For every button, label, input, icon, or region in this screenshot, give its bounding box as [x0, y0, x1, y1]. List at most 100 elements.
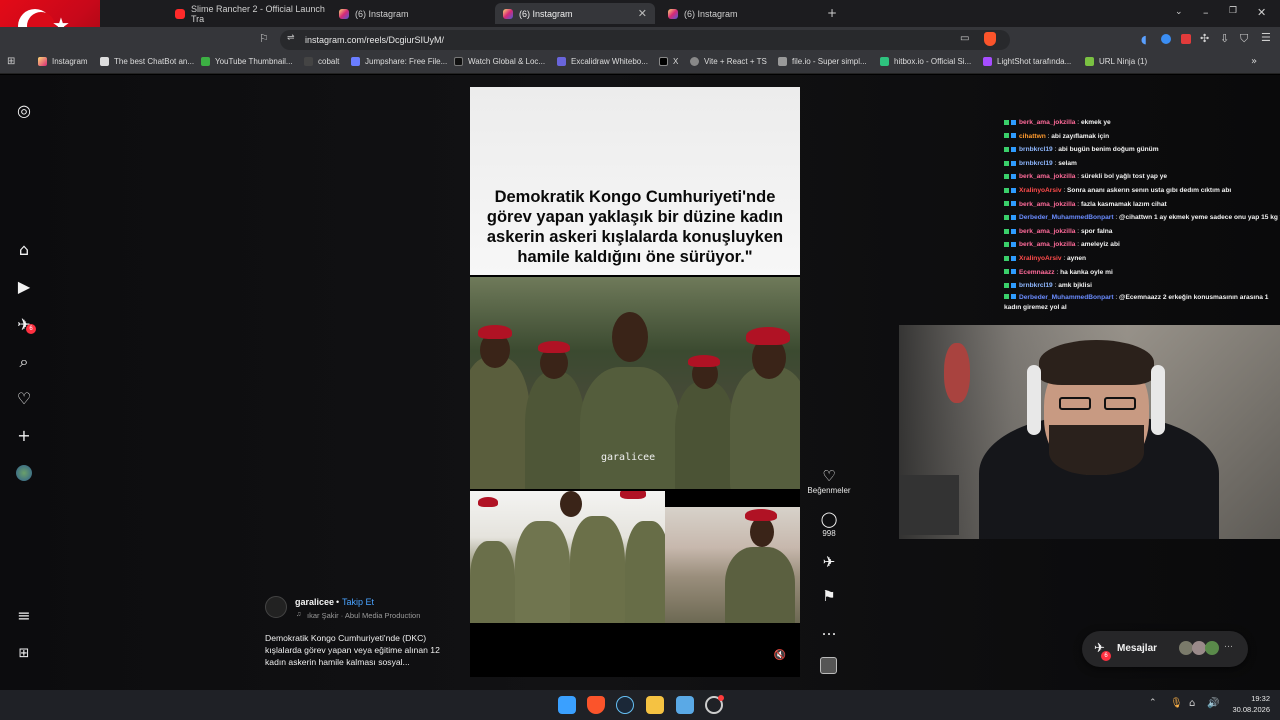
apps-grid-icon[interactable]: ⊞	[7, 56, 15, 67]
home-icon[interactable]: ⌂	[14, 240, 34, 260]
clock-date[interactable]: 30.08.2026	[1225, 705, 1270, 714]
volume-icon[interactable]: 🔊	[1207, 698, 1219, 709]
bookmark-item[interactable]: cobalt	[304, 57, 339, 66]
chat-username: cihattwn	[1019, 132, 1046, 140]
more-bookmarks-icon[interactable]: »	[1251, 56, 1257, 67]
reels-icon[interactable]: ▶	[14, 277, 34, 297]
share-button[interactable]: ✈	[804, 553, 854, 571]
bookmark-item[interactable]: file.io - Super simpl...	[778, 57, 867, 66]
mute-icon[interactable]: 🔇	[773, 650, 787, 664]
extensions-puzzle-icon[interactable]: ✣	[1200, 32, 1209, 45]
profile-avatar[interactable]	[16, 465, 32, 481]
bookmark-item[interactable]: Watch Global & Loc...	[454, 57, 545, 66]
audio-track[interactable]: ıkar Şakir · Abul Media Production	[307, 611, 432, 620]
close-tab-icon[interactable]: ✕	[638, 7, 647, 20]
bookmark-item[interactable]: LightShot tarafında...	[983, 57, 1071, 66]
chat-text: ha kanka oyle mi	[1060, 268, 1113, 276]
chat-badge-icon	[1004, 294, 1009, 300]
create-plus-icon[interactable]: +	[14, 426, 34, 446]
bookmark-item[interactable]: X	[659, 57, 678, 66]
tab-label: Slime Rancher 2 - Official Launch Tra	[191, 3, 325, 24]
chat-badge-icon	[1011, 146, 1016, 152]
download-icon[interactable]: ⇩	[1220, 32, 1229, 45]
tab-list-chevron-icon[interactable]: ⌄	[1175, 7, 1183, 17]
microphone-icon[interactable]: 🎙	[1170, 698, 1183, 709]
follow-button[interactable]: Takip Et	[342, 597, 374, 607]
chat-badge-icon	[1011, 201, 1016, 207]
notifications-heart-icon[interactable]: ♡	[14, 389, 34, 409]
like-button[interactable]: ♡ Beğenmeler	[804, 467, 854, 495]
chat-text: spor falna	[1080, 227, 1113, 235]
chat-badge-icon	[1004, 282, 1009, 288]
tray-chevron-icon[interactable]: ⌃	[1149, 698, 1157, 708]
reel-photo-officer	[665, 507, 800, 623]
extension-red-icon[interactable]	[1181, 34, 1191, 44]
new-tab-icon[interactable]: +	[827, 6, 837, 20]
tab-slime-rancher[interactable]: Slime Rancher 2 - Official Launch Tra	[167, 3, 327, 24]
cast-icon[interactable]: ▭	[960, 33, 969, 44]
also-from-meta-icon[interactable]: ⊞	[14, 644, 34, 664]
chat-username: XralinyoArsiv	[1019, 254, 1062, 262]
more-menu-icon[interactable]: ≡	[14, 606, 34, 626]
messages-pill[interactable]: ✈ 6 Mesajlar …	[1082, 631, 1248, 667]
reel-video[interactable]: Demokratik Kongo Cumhuriyeti'nde görev y…	[470, 87, 800, 677]
author-avatar[interactable]	[265, 596, 287, 618]
close-window-icon[interactable]: ✕	[1257, 6, 1266, 19]
file-explorer-icon[interactable]	[646, 696, 664, 714]
separator-dot: •	[336, 597, 340, 607]
tab-instagram-1[interactable]: (6) Instagram	[331, 3, 491, 24]
search-icon[interactable]: ⌕	[14, 352, 34, 372]
bookmark-item[interactable]: YouTube Thumbnail...	[201, 57, 293, 66]
chat-message: berk_ama_jokzilla : ekmek ye	[1004, 116, 1280, 130]
chat-badge-icon	[1004, 119, 1009, 125]
bookmark-icon[interactable]: ⚐	[259, 32, 269, 45]
photos-app-icon[interactable]	[676, 696, 694, 714]
bookmark-item[interactable]: Jumpshare: Free File...	[351, 57, 447, 66]
instagram-logo-icon[interactable]: ◎	[14, 101, 34, 121]
chat-badge-icon	[1011, 228, 1016, 234]
chat-badge-icon	[1011, 187, 1016, 193]
chat-badge-icon	[1011, 119, 1016, 125]
network-icon[interactable]: ⌂	[1189, 698, 1195, 709]
webcam-overlay	[899, 325, 1280, 539]
brave-browser-icon[interactable]	[587, 696, 605, 714]
reel-watermark: garalicee	[601, 452, 656, 463]
bookmark-item[interactable]: Excalidraw Whitebo...	[557, 57, 648, 66]
messages-label: Mesajlar	[1117, 643, 1158, 654]
windows-start-icon[interactable]	[558, 696, 576, 714]
tab-label: (6) Instagram	[519, 8, 573, 19]
chat-badge-icon	[1004, 214, 1009, 220]
menu-icon[interactable]: ☰	[1261, 31, 1271, 44]
comment-bubble-icon: ◯	[820, 510, 838, 528]
audio-thumbnail[interactable]	[820, 657, 837, 674]
minimize-icon[interactable]: –	[1203, 6, 1209, 19]
bookmark-item[interactable]: URL Ninja (1)	[1085, 57, 1147, 66]
steam-icon[interactable]	[616, 696, 634, 714]
save-button[interactable]: ⚑	[804, 587, 854, 605]
comment-button[interactable]: ◯ 998	[804, 510, 854, 538]
author-username[interactable]: garalicee	[295, 597, 334, 607]
brave-shield-icon[interactable]	[984, 32, 996, 46]
chat-badge-icon	[1004, 146, 1009, 152]
youtube-icon	[175, 8, 185, 19]
chat-username: Derbeder_MuhammedBonpart	[1019, 293, 1114, 301]
extension-audio-icon[interactable]: ◖	[1141, 33, 1147, 46]
bookmark-item[interactable]: Instagram	[38, 57, 88, 66]
clock-time[interactable]: 19:32	[1240, 694, 1270, 703]
extension-blue-icon[interactable]	[1161, 34, 1171, 44]
tab-instagram-active[interactable]: (6) Instagram ✕	[495, 3, 655, 24]
restore-icon[interactable]: ❐	[1229, 6, 1237, 16]
comments-count: 998	[822, 529, 836, 538]
bookmark-item[interactable]: The best ChatBot an...	[100, 57, 194, 66]
more-options-button[interactable]: …	[804, 621, 854, 639]
contact-avatar	[1192, 641, 1206, 655]
chat-text: abi bugün benim doğum günüm	[1058, 146, 1159, 154]
bookmark-item[interactable]: hitbox.io - Official Si...	[880, 57, 971, 66]
site-info-icon[interactable]: ⇌	[287, 33, 295, 43]
vpn-shield-icon[interactable]: ⛉	[1240, 32, 1248, 46]
bookmark-item[interactable]: Vite + React + TS	[690, 57, 767, 66]
chat-badge-icon	[1011, 214, 1016, 220]
tab-instagram-3[interactable]: (6) Instagram	[660, 3, 820, 24]
url-input[interactable]: ⇌ instagram.com/reels/DcgiurSIUyM/	[280, 30, 1010, 50]
chat-text: sürekli bol yağlı tost yap ye	[1080, 173, 1168, 181]
